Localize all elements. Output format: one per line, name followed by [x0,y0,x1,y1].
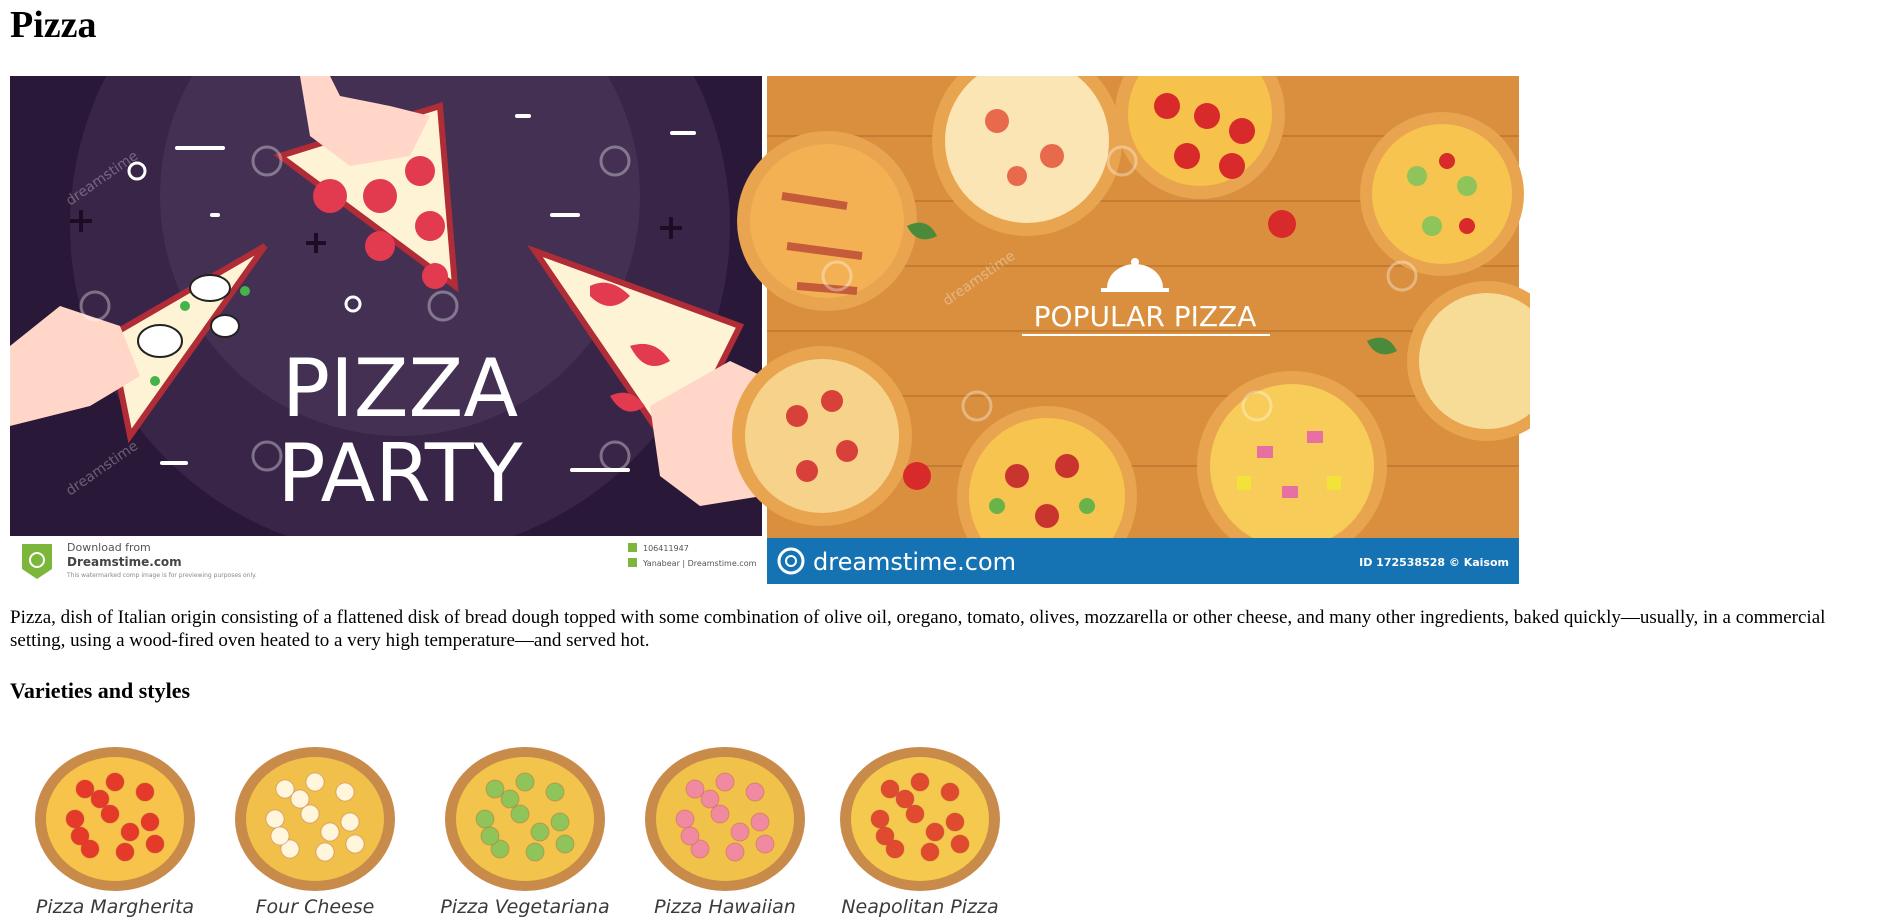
hero-illustrations: PIZZA PARTY dreamstime dreamstime Downlo… [10,76,1530,584]
variety-label: Pizza Hawaiian [654,896,796,918]
pizza-topping [140,812,160,832]
pizza-vegetariana-image [445,747,605,891]
pizza-topping [730,822,750,842]
variety-card: Pizza Vegetariana [425,730,625,920]
pizza-topping [515,772,535,792]
pizza-topping [290,789,310,809]
pizza-bottom-right [1197,371,1387,561]
pizza-topping [320,822,340,842]
pizza-topping [550,812,570,832]
pizza-topping [315,842,335,862]
variety-card: Pizza Hawaiian [625,730,825,920]
pizza-topping [120,822,140,842]
pizza-topping [750,812,770,832]
pizza-topping [525,842,545,862]
pizza-topping [90,789,110,809]
variety-label: Neapolitan Pizza [841,896,999,918]
pizza-topping [475,809,495,829]
pizza-topping [145,834,165,854]
pizza-right [1360,112,1524,276]
left-footer-download: Download from [67,541,151,554]
pizza-topping [675,809,695,829]
pizza-topping [305,772,325,792]
pizza-topping [555,834,575,854]
neapolitan-pizza-image [840,747,1000,891]
pizza-hawaiian-image [645,747,805,891]
popular-pizza-headline: POPULAR PIZZA [1034,300,1257,333]
pizza-headline-line1: PIZZA [282,342,518,435]
left-footer-note: This watermarked comp image is for previ… [66,572,257,579]
pizza-topping [335,782,355,802]
pizza-topping [895,789,915,809]
pizza-topping [500,789,520,809]
pizza-topping [340,812,360,832]
pizza-topping [270,826,290,846]
variety-card: Neapolitan Pizza [820,730,1020,920]
popular-pizza-image: POPULAR PIZZA dreamstime dreamstime.com … [732,76,1530,584]
pizza-topping [545,782,565,802]
pizza-topping [940,782,960,802]
pizza-topping [65,809,85,829]
pizza-topping [345,834,365,854]
variety-card: Four Cheese [215,730,415,920]
variety-label: Pizza Margherita [35,896,195,918]
four-cheese-image [235,747,395,891]
pizza-topping [725,842,745,862]
left-footer-author: Yanabear | Dreamstime.com [642,559,757,568]
pizza-topping [950,834,970,854]
pizza-topping [115,842,135,862]
variety-label: Pizza Vegetariana [440,896,610,918]
pizza-topping [135,782,155,802]
left-footer-brand: Dreamstime.com [67,555,182,569]
pizza-topping [925,822,945,842]
pizza-topping [745,782,765,802]
pizza-topping [920,842,940,862]
pizza-topping [910,772,930,792]
variety-card: Pizza Margherita [15,730,215,920]
variety-label: Four Cheese [255,896,375,918]
pizza-party-image: PIZZA PARTY dreamstime dreamstime Downlo… [10,76,762,584]
pizza-topping [70,826,90,846]
left-footer-id: 106411947 [643,544,689,553]
pizza-topping [265,809,285,829]
pizza-topping [700,789,720,809]
banner-brand: dreamstime.com [813,548,1016,576]
pizza-topping [755,834,775,854]
page-title: Pizza [10,4,97,46]
hero-images: PIZZA PARTY dreamstime dreamstime Downlo… [10,76,1530,584]
pizza-margherita-image [35,747,195,891]
banner-image-id: ID 172538528 © Kaisom [1359,556,1509,569]
pizza-topping [875,826,895,846]
pizza-description: Pizza, dish of Italian origin consisting… [10,607,1826,651]
varieties-heading: Varieties and styles [10,678,191,703]
pizza-headline-line2: PARTY [277,427,523,520]
pizza-topping [105,772,125,792]
pizza-topping [945,812,965,832]
varieties-gallery: Pizza Margherita Four Cheese Pizza Veget… [10,730,1020,920]
pizza-topping [715,772,735,792]
pizza-topping [480,826,500,846]
pizza-bottom-left [732,346,912,526]
pizza-topping [530,822,550,842]
pizza-topping [680,826,700,846]
pizza-topping [870,809,890,829]
